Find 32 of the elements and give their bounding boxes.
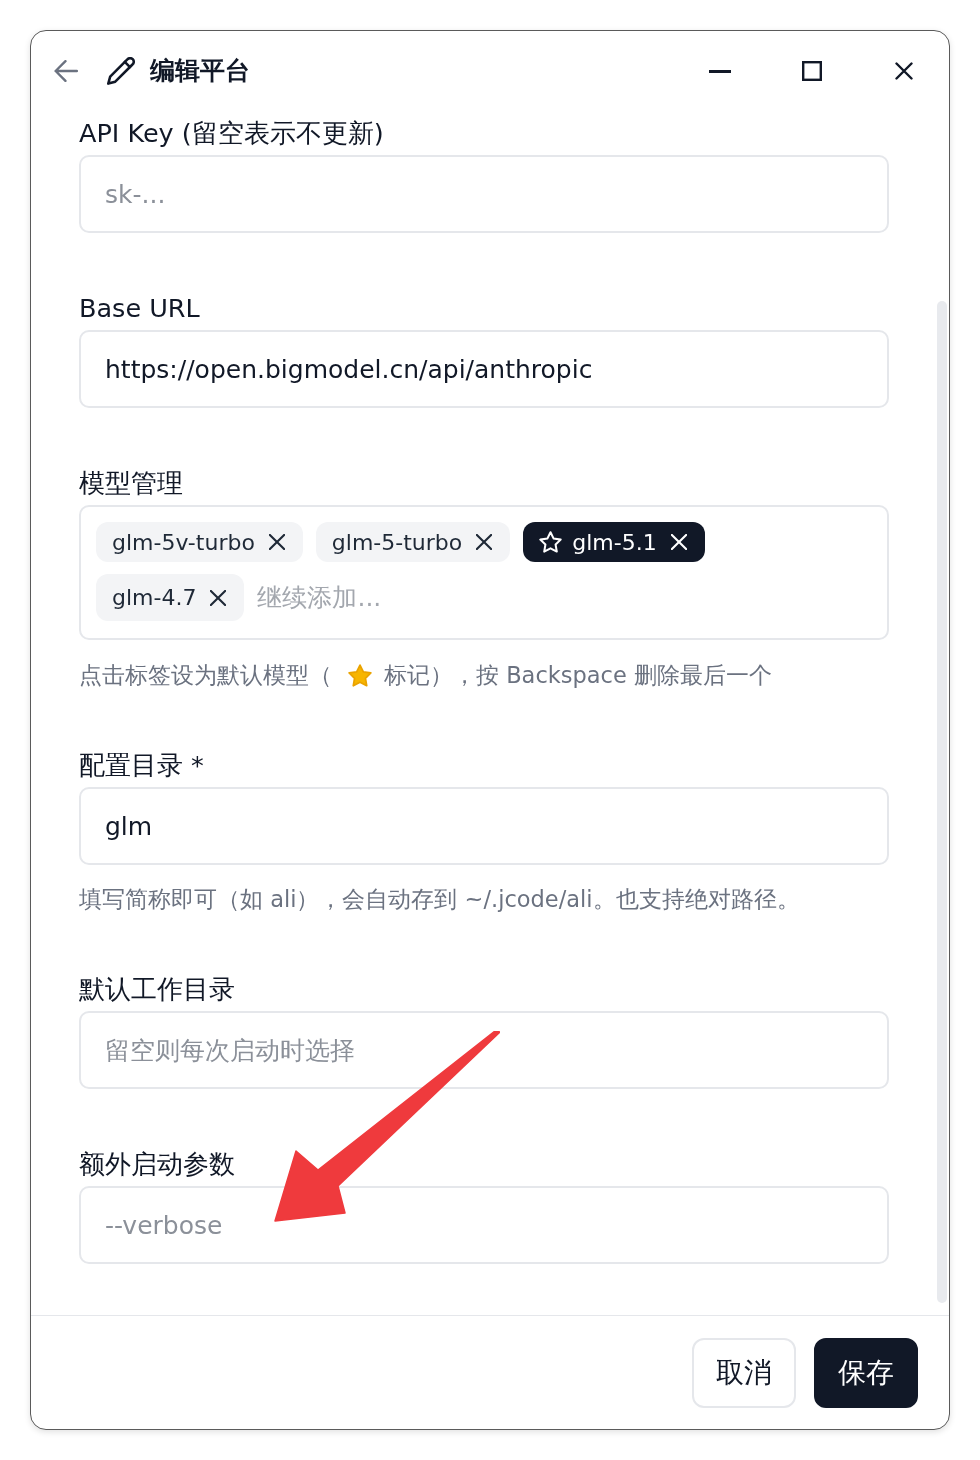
tag-input-field[interactable]: glm-5v-turbo glm-5-turbo glm-5.1 glm-4.7 继续添加... xyxy=(79,505,889,640)
field-label: 默认工作目录 xyxy=(79,973,236,1005)
field-label: 配置目录 * xyxy=(79,749,205,781)
close-icon[interactable] xyxy=(895,62,913,80)
window-title: 编辑平台 xyxy=(150,55,250,87)
field-label: Base URL xyxy=(79,292,201,324)
maximize-icon[interactable] xyxy=(802,61,822,81)
star-icon xyxy=(348,663,372,687)
field-label: 模型管理 xyxy=(79,467,184,499)
hint-text: 标记），按 Backspace 删除最后一个 xyxy=(384,661,772,690)
star-icon xyxy=(539,531,563,553)
hint-text: 点击标签设为默认模型（ xyxy=(79,661,332,690)
input-field[interactable]: sk-... xyxy=(79,155,889,233)
input-field[interactable]: https://open.bigmodel.cn/api/anthropic xyxy=(79,330,889,408)
remove-icon[interactable] xyxy=(210,589,227,606)
model-tag[interactable]: glm-5-turbo xyxy=(315,522,511,562)
remove-icon[interactable] xyxy=(268,534,285,550)
back-arrow-icon[interactable] xyxy=(54,60,78,82)
field-label: 额外启动参数 xyxy=(79,1148,236,1180)
input-field[interactable]: --verbose xyxy=(79,1186,889,1264)
remove-icon[interactable] xyxy=(476,534,493,550)
input-field[interactable]: 留空则每次启动时选择 xyxy=(79,1011,889,1089)
dialog-button[interactable]: 取消 xyxy=(692,1338,796,1408)
input-field[interactable]: glm xyxy=(79,787,889,865)
hint-text: 填写简称即可（如 ali），会自动存到 ~/.jcode/ali。也支持绝对路径。 xyxy=(79,885,800,914)
model-tag[interactable]: glm-5.1 xyxy=(523,522,705,562)
model-tag[interactable]: glm-4.7 xyxy=(96,574,245,621)
field-label: API Key (留空表示不更新) xyxy=(79,117,385,149)
model-tag[interactable]: glm-5v-turbo xyxy=(96,522,303,562)
dialog-button[interactable]: 保存 xyxy=(814,1338,918,1408)
pencil-icon xyxy=(107,57,135,85)
minimize-icon[interactable] xyxy=(709,69,731,73)
